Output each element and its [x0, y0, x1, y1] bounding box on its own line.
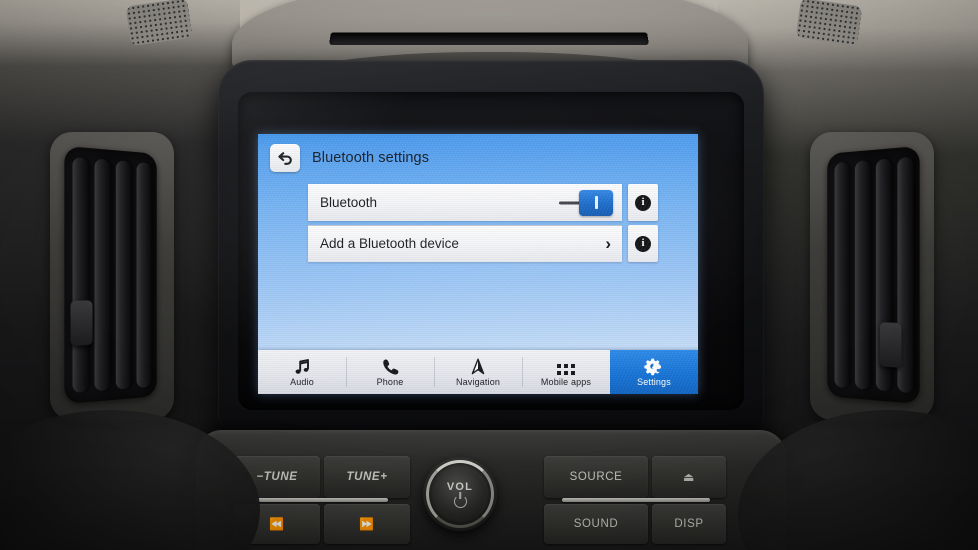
right-button-separator	[562, 498, 710, 502]
bluetooth-toggle-switch[interactable]	[559, 190, 613, 216]
navigation-arrow-icon	[468, 357, 488, 377]
settings-list: Bluetooth i Add a Bluetooth device › i	[308, 184, 658, 266]
tab-label: Settings	[637, 378, 671, 387]
tab-label: Navigation	[456, 378, 500, 387]
toggle-knob-on[interactable]	[579, 190, 613, 216]
bottom-tab-bar: Audio Phone Navigation Mobile apps Setti…	[258, 350, 698, 394]
display-button[interactable]: DISP	[652, 504, 726, 544]
toggle-on-indicator	[595, 196, 598, 209]
bluetooth-row-label: Bluetooth	[320, 195, 559, 210]
settings-row-add-device[interactable]: Add a Bluetooth device › i	[308, 225, 658, 262]
next-track-button[interactable]: ⏩	[324, 504, 410, 544]
power-icon	[454, 495, 467, 508]
sound-button[interactable]: SOUND	[544, 504, 648, 544]
left-button-separator	[256, 498, 388, 502]
gears-icon	[643, 357, 665, 377]
eject-button[interactable]: ⏏	[652, 456, 726, 498]
vent-slat	[73, 157, 89, 393]
apps-grid-icon	[557, 357, 575, 377]
vent-adjust-tab[interactable]	[70, 300, 92, 346]
volume-knob-face: VOL	[434, 468, 486, 520]
touchscreen-display[interactable]: Bluetooth settings Bluetooth i Add a Blu…	[258, 134, 698, 394]
info-icon: i	[635, 195, 651, 211]
tab-phone[interactable]: Phone	[346, 350, 434, 394]
bluetooth-toggle-row-panel[interactable]: Bluetooth	[308, 184, 622, 221]
vent-slat	[116, 160, 131, 389]
air-vent-right[interactable]	[827, 146, 919, 404]
toggle-track	[559, 201, 581, 204]
info-icon: i	[635, 236, 651, 252]
music-note-icon	[292, 357, 312, 377]
back-arrow-icon	[277, 151, 294, 166]
bluetooth-info-button[interactable]: i	[628, 184, 658, 221]
vent-adjust-tab[interactable]	[880, 322, 902, 368]
air-vent-left[interactable]	[64, 146, 156, 404]
phone-handset-icon	[380, 357, 400, 377]
tab-settings[interactable]: Settings	[610, 350, 698, 394]
back-button[interactable]	[270, 144, 300, 172]
add-device-row-panel[interactable]: Add a Bluetooth device ›	[308, 225, 622, 262]
source-button[interactable]: SOURCE	[544, 456, 648, 498]
tune-up-button[interactable]: TUNE+	[324, 456, 410, 498]
add-device-row-label: Add a Bluetooth device	[320, 236, 605, 251]
tab-label: Audio	[290, 378, 314, 387]
add-device-info-button[interactable]: i	[628, 225, 658, 262]
infotainment-photo: Bluetooth settings Bluetooth i Add a Blu…	[0, 0, 978, 550]
tab-label: Mobile apps	[541, 378, 591, 387]
defroster-vent	[329, 32, 649, 44]
volume-power-knob[interactable]: VOL	[423, 457, 497, 531]
chevron-right-icon: ›	[605, 235, 613, 252]
tab-mobile-apps[interactable]: Mobile apps	[522, 350, 610, 394]
screen-header: Bluetooth settings	[258, 134, 698, 182]
tab-audio[interactable]: Audio	[258, 350, 346, 394]
vent-slat	[137, 162, 152, 388]
vent-slat	[835, 162, 850, 388]
settings-row-bluetooth[interactable]: Bluetooth i	[308, 184, 658, 221]
tab-label: Phone	[377, 378, 404, 387]
page-title: Bluetooth settings	[312, 150, 429, 166]
vent-slat	[855, 160, 870, 390]
vent-slat	[94, 159, 110, 392]
tab-navigation[interactable]: Navigation	[434, 350, 522, 394]
